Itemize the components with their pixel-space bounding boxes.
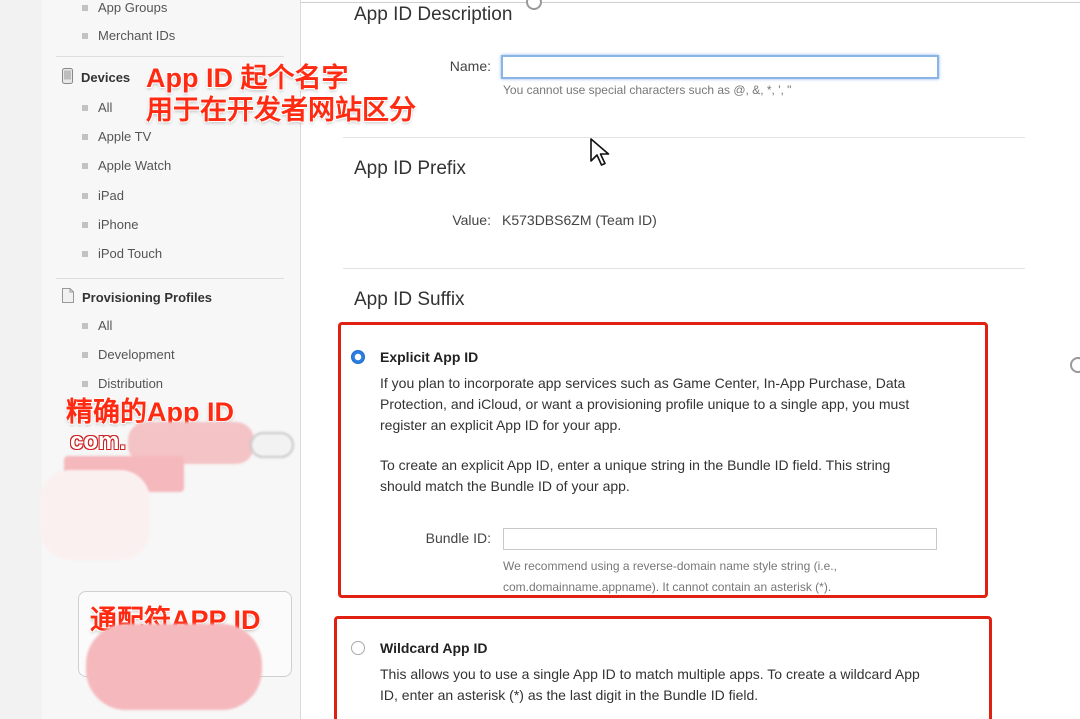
bullet-icon xyxy=(82,322,88,329)
sidebar-item-devices-all[interactable]: All xyxy=(82,100,112,115)
sidebar-item-ipad[interactable]: iPad xyxy=(82,188,124,203)
bullet-icon xyxy=(82,4,88,11)
explicit-para-line: To create an explicit App ID, enter a un… xyxy=(380,457,891,473)
sidebar-item-development[interactable]: Development xyxy=(82,347,175,362)
wildcard-para-line: ID, enter an asterisk (*) as the last di… xyxy=(380,687,759,703)
prefix-value-label: Value: xyxy=(452,212,491,228)
sidebar-item-profiles-all[interactable]: All xyxy=(82,318,112,333)
bundle-id-hint-line: com.domainname.appname). It cannot conta… xyxy=(503,580,832,594)
explicit-para-line: register an explicit App ID for your app… xyxy=(380,417,622,433)
sidebar-item-label: App Groups xyxy=(98,0,168,15)
prefix-value: K573DBS6ZM (Team ID) xyxy=(502,212,657,228)
sidebar-item-label: All xyxy=(98,100,113,115)
sidebar-item-label: All xyxy=(98,318,113,333)
explicit-para-line: should match the Bundle ID of your app. xyxy=(380,478,630,494)
bullet-icon xyxy=(82,32,88,39)
sidebar-item-distribution[interactable]: Distribution xyxy=(82,376,163,391)
bullet-icon xyxy=(82,192,88,199)
sidebar-item-label: Distribution xyxy=(98,376,164,391)
mouse-pointer-icon xyxy=(589,137,613,176)
name-label: Name: xyxy=(449,58,491,74)
bullet-icon xyxy=(82,351,88,358)
section-divider xyxy=(343,137,1025,138)
sidebar-item-app-groups[interactable]: App Groups xyxy=(82,0,167,15)
sidebar-item-label: iPad xyxy=(98,188,125,203)
bullet-icon xyxy=(82,104,88,111)
bullet-icon xyxy=(82,133,88,140)
bundle-id-input[interactable] xyxy=(503,528,937,550)
bullet-icon xyxy=(82,221,88,228)
redaction-blob xyxy=(40,470,150,560)
annotation-explicit-example: com. xyxy=(70,428,127,455)
sidebar-item-merchant-ids[interactable]: Merchant IDs xyxy=(82,28,175,43)
sidebar-item-label: iPod Touch xyxy=(98,246,163,261)
document-icon xyxy=(62,288,74,306)
sidebar-item-apple-tv[interactable]: Apple TV xyxy=(82,129,151,144)
wildcard-para-line: This allows you to use a single App ID t… xyxy=(380,666,920,682)
annotation-name-hint-line2: 用于在开发者网站区分 xyxy=(146,95,416,125)
bundle-id-hint-line: We recommend using a reverse-domain name… xyxy=(503,559,837,573)
sidebar-item-label: Apple Watch xyxy=(98,158,172,173)
prefix-title: App ID Prefix xyxy=(354,158,466,179)
sidebar-header-devices[interactable]: Devices xyxy=(62,68,130,87)
window-top-edge xyxy=(301,2,1080,3)
explicit-para-line: Protection, and iCloud, or want a provis… xyxy=(380,396,910,412)
name-hint: You cannot use special characters such a… xyxy=(503,83,792,97)
sidebar-item-ipod-touch[interactable]: iPod Touch xyxy=(82,246,162,261)
sidebar-item-label: Apple TV xyxy=(98,129,152,144)
sidebar-header-provisioning[interactable]: Provisioning Profiles xyxy=(62,288,212,306)
sidebar-item-label: Development xyxy=(98,347,175,362)
wildcard-radio[interactable] xyxy=(351,641,365,655)
bullet-icon xyxy=(82,250,88,257)
bullet-icon xyxy=(82,380,88,387)
redaction-blob xyxy=(250,432,294,458)
explicit-radio[interactable] xyxy=(351,350,365,364)
sidebar-item-apple-watch[interactable]: Apple Watch xyxy=(82,158,171,173)
sidebar-item-label: iPhone xyxy=(98,217,139,232)
name-input[interactable] xyxy=(501,55,939,79)
explicit-title[interactable]: Explicit App ID xyxy=(380,349,478,365)
sidebar-header-label: Provisioning Profiles xyxy=(82,289,213,305)
suffix-title: App ID Suffix xyxy=(354,289,465,310)
section-divider xyxy=(343,268,1025,269)
sidebar-item-label: Merchant IDs xyxy=(98,28,176,43)
sidebar-header-label: Devices xyxy=(81,70,131,85)
device-icon xyxy=(62,68,73,87)
explicit-para-line: If you plan to incorporate app services … xyxy=(380,375,906,391)
description-title: App ID Description xyxy=(354,4,513,25)
wildcard-title[interactable]: Wildcard App ID xyxy=(380,640,487,656)
bullet-icon xyxy=(82,162,88,169)
main-content: App ID Description Name: You cannot use … xyxy=(301,0,1080,719)
bundle-id-label: Bundle ID: xyxy=(425,530,491,546)
resize-handle[interactable] xyxy=(1070,357,1080,373)
sidebar-item-iphone[interactable]: iPhone xyxy=(82,217,138,232)
sidebar-divider xyxy=(56,278,284,279)
redaction-blob xyxy=(86,624,262,710)
window-gutter xyxy=(0,0,42,719)
